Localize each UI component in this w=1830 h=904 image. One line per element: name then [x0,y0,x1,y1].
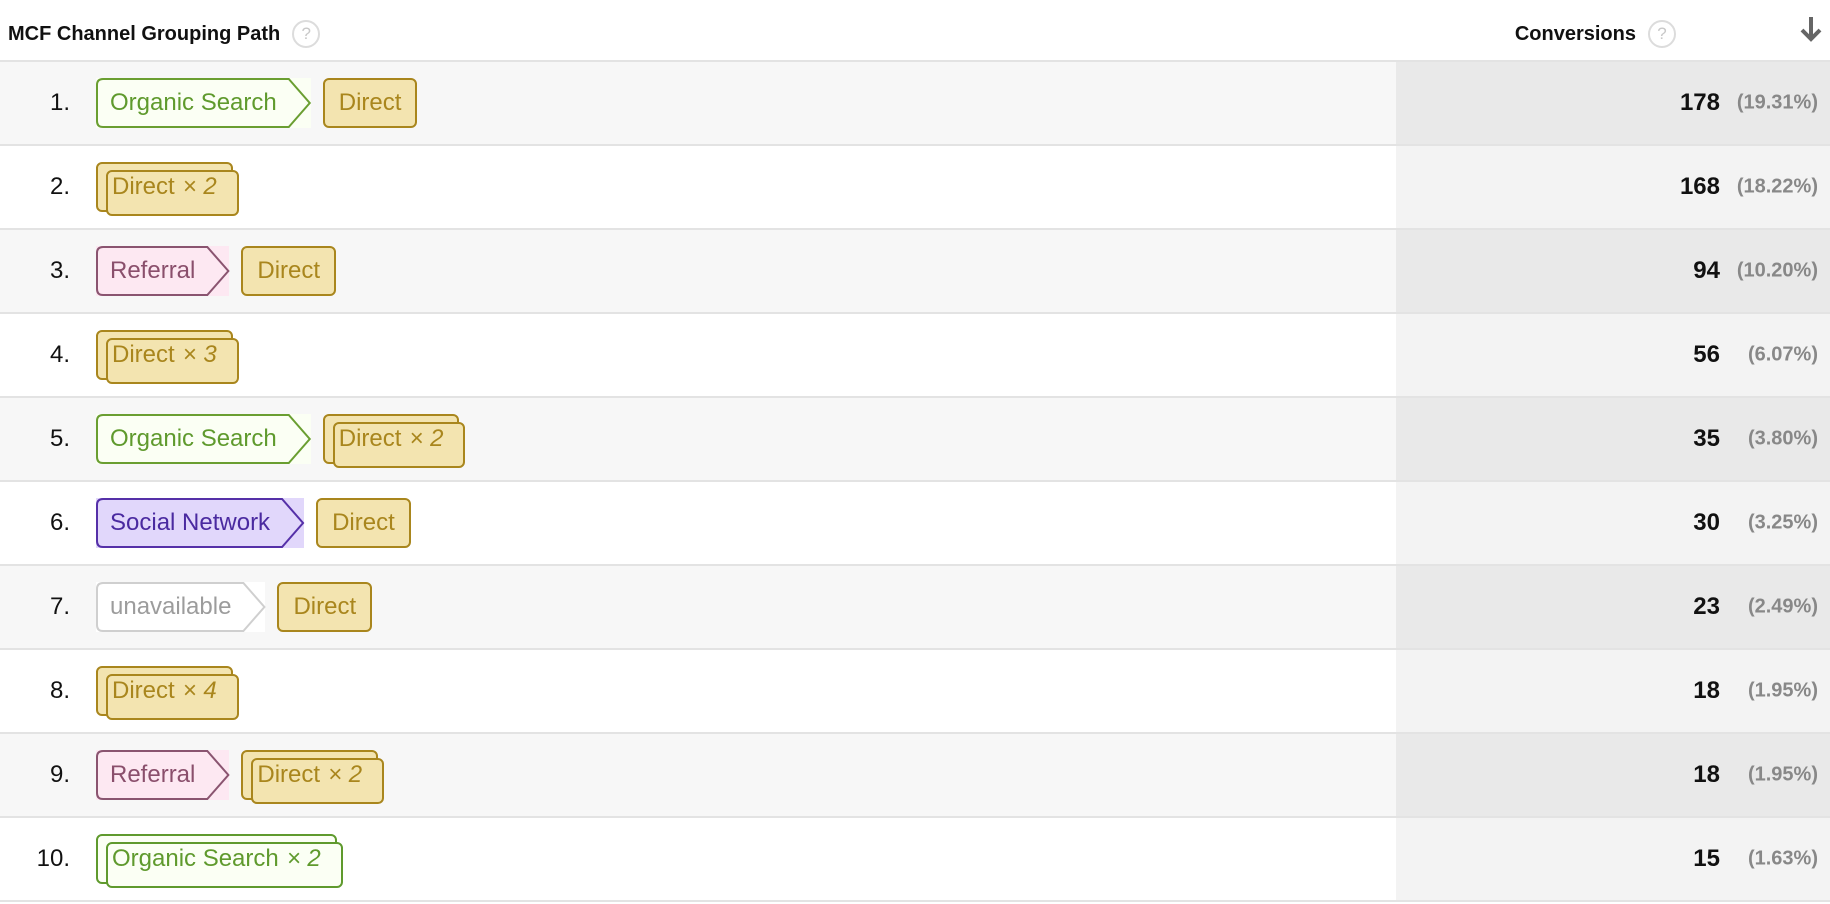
conversions-value: 18 [1693,761,1720,788]
channel-chip-direct[interactable]: Direct [277,582,373,632]
channel-chip-direct[interactable]: Direct × 3 [96,330,239,384]
conversions-percent: (1.95%) [1747,679,1818,702]
channel-label: Organic Search [110,425,277,452]
channel-path: Direct × 4 [96,650,245,732]
help-icon[interactable]: ? [292,20,321,48]
conversions-percent: (10.20%) [1736,259,1818,282]
channel-chip-direct[interactable]: Direct [241,246,337,296]
channel-label: Direct [257,761,321,788]
channel-chip-direct[interactable]: Direct × 2 [96,162,239,216]
row-rank: 1. [49,89,70,116]
channel-label: Direct [112,677,175,704]
conversions-percent: (1.63%) [1747,847,1818,870]
repeat-count: × 3 [182,341,217,368]
channel-chip-organic[interactable]: Organic Search × 2 [96,834,343,888]
channel-label: Direct [293,593,357,620]
channel-path: unavailable Direct [96,566,384,648]
channel-path: Direct × 2 [96,146,245,228]
conversions-value: 94 [1693,257,1720,284]
channel-label: Direct [338,89,402,116]
channel-label: Social Network [110,509,271,536]
channel-chip-organic[interactable]: Organic Search [96,78,311,128]
table-row[interactable]: 5. Organic Search Direct × 2 35 (3.80%) [0,398,1830,482]
channel-label: Organic Search [110,89,277,116]
conversions-value: 30 [1693,509,1720,536]
conversions-percent: (3.80%) [1747,427,1818,450]
conversions-percent: (6.07%) [1747,343,1818,366]
conversions-value: 168 [1679,173,1720,200]
channel-path: Direct × 3 [96,314,245,396]
channel-chip-direct[interactable]: Direct [322,78,418,128]
table-row[interactable]: 3. Referral Direct 94 (10.20%) [0,230,1830,314]
conversions-value: 35 [1693,425,1720,452]
path-header-label: MCF Channel Grouping Path [8,22,281,45]
channel-chip-social[interactable]: Social Network [96,498,304,548]
channel-chip-direct[interactable]: Direct × 2 [241,750,384,804]
mcf-paths-table: MCF Channel Grouping Path ? Conversions … [0,0,1830,902]
repeat-count: × 2 [409,425,444,452]
channel-label: Direct [112,341,175,368]
table-row[interactable]: 1. Organic Search Direct 178 (19.31%) [0,62,1830,146]
row-rank: 2. [49,173,70,200]
conversions-value: 23 [1693,593,1720,620]
conversions-percent: (19.31%) [1736,91,1818,114]
channel-label: Direct [332,509,395,536]
channel-chip-organic[interactable]: Organic Search [96,414,311,464]
channel-path: Referral Direct × 2 [96,734,390,816]
conversions-value: 178 [1679,89,1720,116]
column-header-conversions[interactable]: Conversions ? [1515,20,1676,48]
channel-path: Referral Direct [96,230,348,312]
help-icon[interactable]: ? [1648,20,1676,48]
repeat-count: × 4 [182,677,217,704]
column-header-path[interactable]: MCF Channel Grouping Path ? [8,20,321,48]
conversions-percent: (3.25%) [1747,511,1818,534]
conversions-value: 18 [1693,677,1720,704]
channel-label: Organic Search [112,845,279,872]
channel-label: Referral [110,257,196,284]
repeat-count: × 2 [328,761,363,788]
channel-label: Referral [110,761,196,788]
row-rank: 3. [49,257,70,284]
conversions-percent: (1.95%) [1747,763,1818,786]
channel-label: unavailable [110,593,232,620]
channel-path: Organic Search Direct [96,62,429,144]
channel-label: Direct [338,425,402,452]
table-row[interactable]: 8. Direct × 4 18 (1.95%) [0,650,1830,734]
channel-chip-direct[interactable]: Direct [316,498,411,548]
conversions-header-label: Conversions [1514,22,1636,45]
channel-chip-referral[interactable]: Referral [96,246,229,296]
channel-chip-unavail[interactable]: unavailable [96,582,265,632]
row-rank: 8. [49,677,70,704]
channel-chip-direct[interactable]: Direct × 4 [96,666,239,720]
conversions-percent: (2.49%) [1747,595,1818,618]
row-rank: 10. [36,845,70,872]
conversions-percent: (18.22%) [1736,175,1818,198]
table-row[interactable]: 10. Organic Search × 2 15 (1.63%) [0,818,1830,902]
table-row[interactable]: 4. Direct × 3 56 (6.07%) [0,314,1830,398]
table-header: MCF Channel Grouping Path ? Conversions … [0,0,1830,62]
table-row[interactable]: 2. Direct × 2 168 (18.22%) [0,146,1830,230]
conversions-value: 15 [1693,845,1720,872]
arrow-down-icon[interactable] [1798,14,1824,44]
channel-path: Social Network Direct [96,482,423,564]
repeat-count: × 2 [182,173,217,200]
repeat-count: × 2 [286,845,321,872]
row-rank: 5. [49,425,70,452]
conversions-value: 56 [1693,341,1720,368]
channel-path: Organic Search Direct × 2 [96,398,471,480]
channel-label: Direct [112,173,175,200]
row-rank: 4. [49,341,70,368]
channel-label: Direct [257,257,321,284]
channel-path: Organic Search × 2 [96,818,349,900]
row-rank: 6. [49,509,70,536]
row-rank: 9. [49,761,70,788]
row-rank: 7. [49,593,70,620]
table-body: 1. Organic Search Direct 178 (19.31%) 2. Direc… [0,62,1830,902]
channel-chip-direct[interactable]: Direct × 2 [322,414,466,468]
channel-chip-referral[interactable]: Referral [96,750,229,800]
table-row[interactable]: 7. unavailable Direct 23 (2.49%) [0,566,1830,650]
table-row[interactable]: 6. Social Network Direct 30 (3.25%) [0,482,1830,566]
table-row[interactable]: 9. Referral Direct × 2 18 (1.95%) [0,734,1830,818]
